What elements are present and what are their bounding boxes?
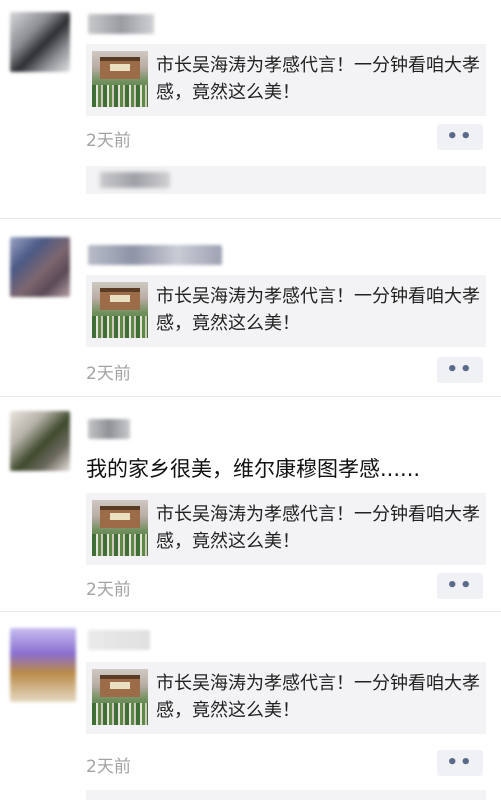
more-dots-icon: •• (446, 575, 474, 596)
avatar[interactable] (10, 628, 76, 702)
comment-area[interactable] (86, 790, 486, 800)
link-card[interactable]: 市长吴海涛为孝感代言！一分钟看咱大孝感，竟然这么美！ (86, 662, 486, 734)
user-name[interactable] (88, 419, 130, 439)
more-button[interactable]: •• (437, 573, 483, 599)
comment-area[interactable] (86, 166, 486, 194)
link-card[interactable]: 市长吴海涛为孝感代言！一分钟看咱大孝感，竟然这么美！ (86, 44, 486, 116)
avatar[interactable] (10, 237, 70, 297)
link-thumbnail (92, 282, 148, 338)
link-thumbnail (92, 669, 148, 725)
link-card[interactable]: 市长吴海涛为孝感代言！一分钟看咱大孝感，竟然这么美！ (86, 275, 486, 347)
more-dots-icon: •• (446, 359, 474, 380)
link-thumbnail (92, 51, 148, 107)
user-name[interactable] (88, 245, 222, 265)
moments-feed: 市长吴海涛为孝感代言！一分钟看咱大孝感，竟然这么美！ 2天前 •• 市长吴海涛为… (0, 0, 501, 800)
more-button[interactable]: •• (437, 750, 483, 776)
avatar[interactable] (10, 411, 70, 471)
more-button[interactable]: •• (437, 357, 483, 383)
post-time: 2天前 (86, 131, 131, 151)
post-text: 我的家乡很美，维尔康穆图孝感...... (86, 457, 421, 481)
link-title: 市长吴海涛为孝感代言！一分钟看咱大孝感，竟然这么美！ (156, 504, 480, 552)
moment-post-3: 我的家乡很美，维尔康穆图孝感...... 市长吴海涛为孝感代言！一分钟看咱大孝感… (0, 397, 501, 611)
avatar[interactable] (10, 12, 70, 72)
post-time: 2天前 (86, 580, 131, 600)
link-title: 市长吴海涛为孝感代言！一分钟看咱大孝感，竟然这么美！ (156, 673, 480, 721)
link-title: 市长吴海涛为孝感代言！一分钟看咱大孝感，竟然这么美！ (156, 55, 480, 103)
link-card[interactable]: 市长吴海涛为孝感代言！一分钟看咱大孝感，竟然这么美！ (86, 493, 486, 565)
moment-post-2: 市长吴海涛为孝感代言！一分钟看咱大孝感，竟然这么美！ 2天前 •• (0, 219, 501, 396)
more-button[interactable]: •• (437, 124, 483, 150)
user-name[interactable] (88, 630, 150, 650)
post-time: 2天前 (86, 364, 131, 384)
moment-post-1: 市长吴海涛为孝感代言！一分钟看咱大孝感，竟然这么美！ 2天前 •• (0, 0, 501, 218)
post-time: 2天前 (86, 757, 131, 777)
moment-post-4: 市长吴海涛为孝感代言！一分钟看咱大孝感，竟然这么美！ 2天前 •• (0, 612, 501, 800)
more-dots-icon: •• (446, 752, 474, 773)
user-name[interactable] (88, 14, 154, 34)
blurred-comment (100, 172, 170, 188)
link-thumbnail (92, 500, 148, 556)
link-title: 市长吴海涛为孝感代言！一分钟看咱大孝感，竟然这么美！ (156, 286, 480, 334)
more-dots-icon: •• (446, 126, 474, 147)
